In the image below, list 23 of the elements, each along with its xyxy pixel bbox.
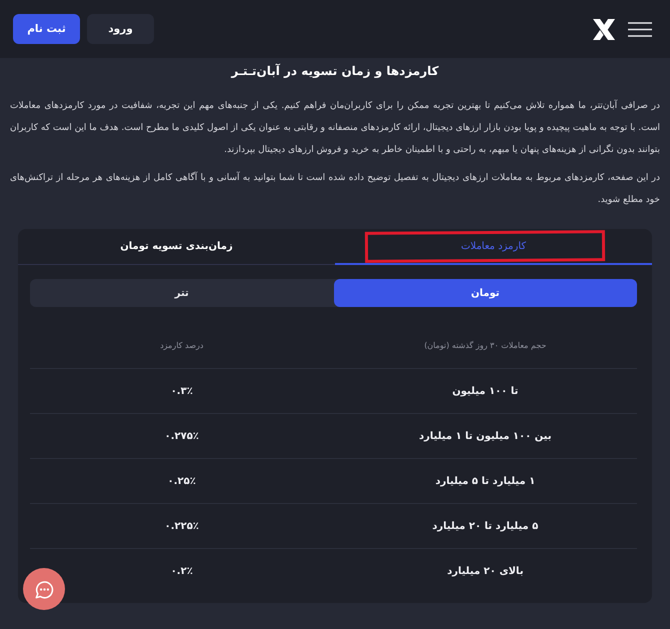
tab[interactable]: زمان‌بندی تسویه تومان [18, 229, 335, 265]
table-cell: بالای ۲۰ میلیارد [447, 566, 524, 576]
column-header: درصد کارمزد [160, 340, 204, 352]
signup-button[interactable]: ثبت نام [13, 14, 80, 44]
menu-icon[interactable] [628, 22, 652, 36]
page-title: کارمزدها و زمان تسویه در آبان‌تـتـر [230, 62, 440, 80]
table-cell: ۵ میلیارد تا ۲۰ میلیارد [432, 520, 538, 532]
table-cell: ۰.۲٪ [170, 566, 193, 576]
table-cell: ۰.۲۵٪ [168, 476, 196, 486]
currency-option[interactable]: تتر [30, 279, 334, 307]
table-cell: بین ۱۰۰ میلیون تا ۱ میلیارد [419, 430, 552, 442]
x-mark-logo-icon[interactable] [593, 18, 615, 40]
intro-paragraph: در صرافی آبان‌تتر، ما همواره تلاش می‌کنیم تا بهترین تجربه ممکن را برای کاربران‌مان فراهم کنیم. یکی از جنبه‌های مهم این تجربه، شفافیت در مورد کارمزدهای معاملات است. با توجه به ماهیت پیچیده و پویا بودن بازار ارزهای دیجیتال، ارائه کارمزدهای منصفانه و رقابتی به عنوان یکی از اصول کلیدی ما مطرح است. هدف ما این است که کاربران بتوانند بدون نگرانی از هزینه‌های پنهان یا مبهم، به راحتی و با اطمینان خاطر به خرید و فروش ارزهای دیجیتال بپردازند. [10, 98, 660, 157]
login-button[interactable]: ورود [87, 14, 154, 44]
table-cell: تا ۱۰۰ میلیون [452, 386, 518, 396]
chat-bubble-icon [34, 580, 54, 598]
table-cell: ۰.۲۲۵٪ [164, 520, 199, 532]
intro-paragraph: در این صفحه، کارمزدهای مربوط به معاملات ارزهای دیجیتال به تفصیل توضیح داده شده است تا شما بتوانید به آسانی و با آگاهی کامل از هزینه‌های هر مرحله از تراکنش‌های خود مطلع شوید. [10, 170, 660, 207]
table-cell: ۰.۲۷۵٪ [164, 430, 199, 442]
column-header: حجم معاملات ۳۰ روز گذشته (تومان) [424, 340, 546, 352]
table-cell: ۰.۳٪ [170, 386, 193, 396]
currency-option[interactable]: تومان [334, 279, 637, 307]
table-cell: ۱ میلیارد تا ۵ میلیارد [435, 476, 536, 486]
